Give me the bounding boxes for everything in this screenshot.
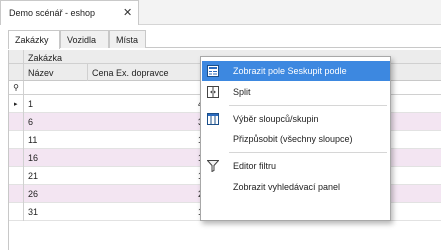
row-indicator[interactable] [9, 149, 24, 167]
document-tab-label: Demo scénář - eshop [9, 8, 96, 18]
context-menu: Zobrazit pole Seskupit podle Split Výběr… [200, 56, 391, 221]
document-tab[interactable]: Demo scénář - eshop ✕ [0, 0, 139, 25]
filter-icon [206, 160, 220, 173]
split-icon [207, 86, 219, 98]
menu-item-column-chooser-label: Výběr sloupců/skupin [233, 114, 319, 124]
header-indicator [9, 64, 24, 80]
cell-cena[interactable]: 104 [88, 131, 218, 149]
close-icon[interactable]: ✕ [123, 6, 132, 19]
menu-item-filter-editor-label: Editor filtru [233, 161, 277, 171]
cell-cena[interactable]: 145 [88, 149, 218, 167]
inner-tab-bar: Zakázky Vozidla Místa [8, 30, 441, 49]
group-by-panel-icon [207, 65, 219, 77]
cell-cena[interactable]: 360 [88, 113, 218, 131]
tab-zakazky-label: Zakázky [15, 35, 49, 45]
band-indicator [9, 50, 24, 63]
menu-item-find-panel-label: Zobrazit vyhledávací panel [233, 182, 341, 192]
cell-nazev[interactable]: 11 [28, 131, 88, 149]
tab-mista-label: Místa [116, 35, 139, 45]
menu-item-best-fit-all[interactable]: Přizpůsobit (všechny sloupce) [202, 129, 390, 149]
row-indicator[interactable] [9, 185, 24, 203]
band-label: Zakázka [28, 53, 63, 63]
menu-item-best-fit-all-label: Přizpůsobit (všechny sloupce) [233, 134, 353, 144]
tab-vozidla-label: Vozidla [67, 35, 97, 45]
menu-item-split-label: Split [233, 87, 251, 97]
column-header-nazev-label: Název [28, 68, 54, 78]
menu-item-filter-editor[interactable]: Editor filtru [202, 156, 390, 176]
cell-nazev[interactable]: 1 [28, 95, 88, 113]
cell-nazev[interactable]: 26 [28, 185, 88, 203]
cell-cena[interactable]: 185 [88, 203, 218, 221]
current-row-indicator[interactable]: ▸ [9, 95, 24, 113]
cell-nazev[interactable]: 6 [28, 113, 88, 131]
tab-zakazky[interactable]: Zakázky [8, 30, 60, 49]
column-header-cena[interactable]: Cena Ex. dopravce [88, 64, 218, 81]
cell-nazev[interactable]: 31 [28, 203, 88, 221]
menu-item-split[interactable]: Split [202, 82, 390, 102]
cell-nazev[interactable]: 16 [28, 149, 88, 167]
row-indicator[interactable] [9, 167, 24, 185]
tab-mista[interactable]: Místa [109, 30, 146, 48]
row-indicator[interactable] [9, 113, 24, 131]
column-chooser-icon [207, 113, 219, 125]
document-tab-bar: Demo scénář - eshop ✕ [0, 0, 441, 25]
menu-item-group-by-panel-label: Zobrazit pole Seskupit podle [233, 66, 347, 76]
row-indicator[interactable] [9, 203, 24, 221]
menu-item-group-by-panel[interactable]: Zobrazit pole Seskupit podle [202, 61, 390, 81]
row-indicator[interactable] [9, 131, 24, 149]
tab-vozidla[interactable]: Vozidla [60, 30, 109, 48]
cell-nazev[interactable]: 21 [28, 167, 88, 185]
column-header-cena-label: Cena Ex. dopravce [92, 68, 169, 78]
column-header-nazev[interactable]: Název [24, 64, 88, 81]
menu-item-find-panel[interactable]: Zobrazit vyhledávací panel [202, 177, 390, 197]
menu-separator [229, 152, 387, 153]
cell-cena[interactable]: 185 [88, 167, 218, 185]
filter-row-icon: ⚲ [9, 81, 24, 94]
menu-separator [229, 105, 387, 106]
cell-cena[interactable]: 459 [88, 95, 218, 113]
menu-item-column-chooser[interactable]: Výběr sloupců/skupin [202, 109, 390, 129]
cell-cena[interactable]: 210 [88, 185, 218, 203]
